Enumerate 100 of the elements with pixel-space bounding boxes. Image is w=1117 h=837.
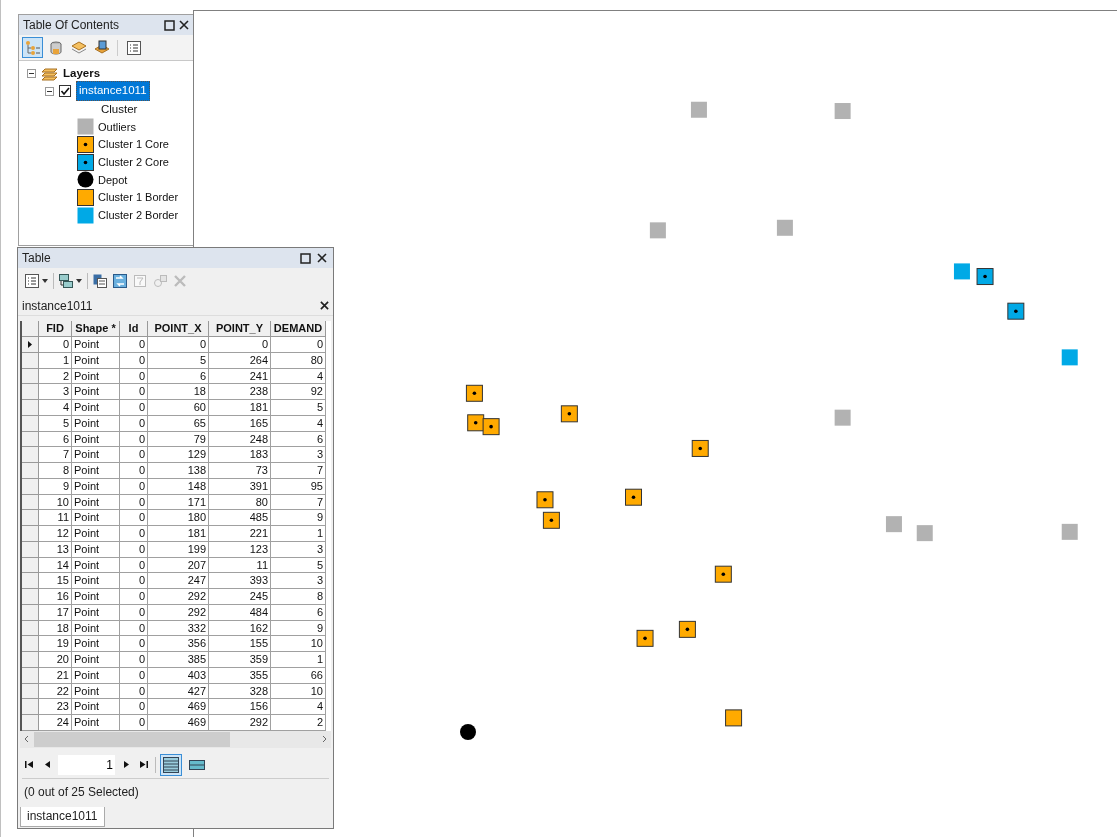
table-cell: Point xyxy=(72,352,120,369)
table-cell: 207 xyxy=(148,557,209,574)
table-cell: 6 xyxy=(39,431,72,448)
restore-icon[interactable] xyxy=(300,252,311,264)
table-cell: 0 xyxy=(120,415,148,432)
table-cell: 5 xyxy=(148,352,209,369)
table-cell: 1 xyxy=(39,352,72,369)
table-cell: 171 xyxy=(148,494,209,511)
table-cell: 0 xyxy=(209,337,271,353)
table-name: instance1011 xyxy=(22,297,93,315)
table-cell: 10 xyxy=(271,636,326,652)
tree-item[interactable]: Layers xyxy=(63,64,101,83)
table-cell: 238 xyxy=(209,384,271,400)
table-cell: 73 xyxy=(209,463,271,479)
table-cell: 180 xyxy=(148,510,209,526)
table-cell: 0 xyxy=(120,573,148,589)
show-all-records-button[interactable] xyxy=(160,753,182,776)
table-cell: 80 xyxy=(271,352,326,369)
table-cell: 0 xyxy=(120,510,148,526)
row-selector[interactable] xyxy=(22,337,39,353)
table-cell: 0 xyxy=(120,463,148,479)
table-cell: 0 xyxy=(120,526,148,542)
table-cell: 0 xyxy=(120,478,148,495)
table-cell: 12 xyxy=(39,526,72,542)
table-cell: 245 xyxy=(209,589,271,605)
table-cell: Point xyxy=(72,510,120,526)
related-tables-button[interactable] xyxy=(58,271,83,291)
table-cell: 355 xyxy=(209,667,271,684)
table-cell: 292 xyxy=(148,604,209,621)
table-cell: Point xyxy=(72,400,120,416)
legend-label: Cluster 1 Border xyxy=(98,190,179,206)
table-cell: 10 xyxy=(39,494,72,511)
layer-name[interactable]: instance1011 xyxy=(76,81,150,101)
caret-icon xyxy=(76,279,82,283)
table-cell: 0 xyxy=(120,368,148,385)
table-cell: Point xyxy=(72,478,120,495)
collapse-icon[interactable] xyxy=(27,69,36,78)
close-icon[interactable] xyxy=(317,253,327,263)
column-header[interactable]: FID xyxy=(39,321,72,337)
column-header[interactable]: Id xyxy=(120,321,148,337)
table-options-button[interactable] xyxy=(24,271,49,291)
layer-checkbox[interactable] xyxy=(59,85,71,97)
table-cell: 0 xyxy=(120,541,148,558)
table-cell: 292 xyxy=(148,589,209,605)
table-cell: 183 xyxy=(209,447,271,463)
table-cell: 11 xyxy=(209,557,271,574)
caret-icon xyxy=(42,279,48,283)
selection-status: (0 out of 25 Selected) xyxy=(23,783,140,801)
record-number-field[interactable]: 1 xyxy=(58,754,115,775)
table-cell: Point xyxy=(72,384,120,400)
table-cell: 7 xyxy=(271,494,326,511)
table-cell: 3 xyxy=(271,447,326,463)
table-cell: 0 xyxy=(120,667,148,684)
table-cell: 6 xyxy=(271,604,326,621)
table-cell: 427 xyxy=(148,683,209,700)
table-cell: Point xyxy=(72,431,120,448)
table-cell: 0 xyxy=(120,652,148,668)
column-header[interactable]: POINT_X xyxy=(148,321,209,337)
current-row-icon xyxy=(28,340,32,348)
table-cell: 20 xyxy=(39,652,72,668)
close-icon[interactable] xyxy=(320,301,329,310)
table-cell: Point xyxy=(72,526,120,542)
column-header[interactable]: Shape * xyxy=(72,321,120,337)
table-cell: 79 xyxy=(148,431,209,448)
first-icon xyxy=(25,761,33,769)
switch-selection-button[interactable] xyxy=(112,271,128,291)
table-cell: 332 xyxy=(148,620,209,637)
column-header[interactable]: POINT_Y xyxy=(209,321,271,337)
table-cell: Point xyxy=(72,494,120,511)
table-cell: 4 xyxy=(271,415,326,432)
table-cell: 0 xyxy=(120,589,148,605)
table-cell: 0 xyxy=(120,447,148,463)
table-cell: Point xyxy=(72,337,120,353)
collapse-icon[interactable] xyxy=(45,86,54,96)
table-cell: 6 xyxy=(148,368,209,385)
table-cell: 221 xyxy=(209,526,271,542)
table-cell: 3 xyxy=(271,573,326,589)
table-cell: 2 xyxy=(271,715,326,731)
table-cell: 0 xyxy=(120,494,148,511)
table-cell: Point xyxy=(72,589,120,605)
toc-view-button[interactable] xyxy=(22,37,43,58)
column-header[interactable]: DEMAND xyxy=(271,321,326,337)
legend-label: Cluster 2 Border xyxy=(98,208,179,224)
window-title: Table xyxy=(22,250,51,267)
table-cell: 11 xyxy=(39,510,72,526)
close-icon[interactable] xyxy=(179,20,189,30)
table-cell: 95 xyxy=(271,478,326,495)
table-cell: 148 xyxy=(148,478,209,495)
table-cell: 10 xyxy=(271,683,326,700)
table-cell: 22 xyxy=(39,683,72,700)
table-cell: 0 xyxy=(120,352,148,369)
table-cell: 23 xyxy=(39,699,72,715)
table-tab[interactable]: instance1011 xyxy=(20,806,105,827)
table-cell: 21 xyxy=(39,667,72,684)
table-cell: 264 xyxy=(209,352,271,369)
table-cell: 24 xyxy=(39,715,72,731)
table-cell: 0 xyxy=(120,337,148,353)
table-cell: 60 xyxy=(148,400,209,416)
restore-icon[interactable] xyxy=(164,19,175,31)
corner-header xyxy=(22,321,39,337)
